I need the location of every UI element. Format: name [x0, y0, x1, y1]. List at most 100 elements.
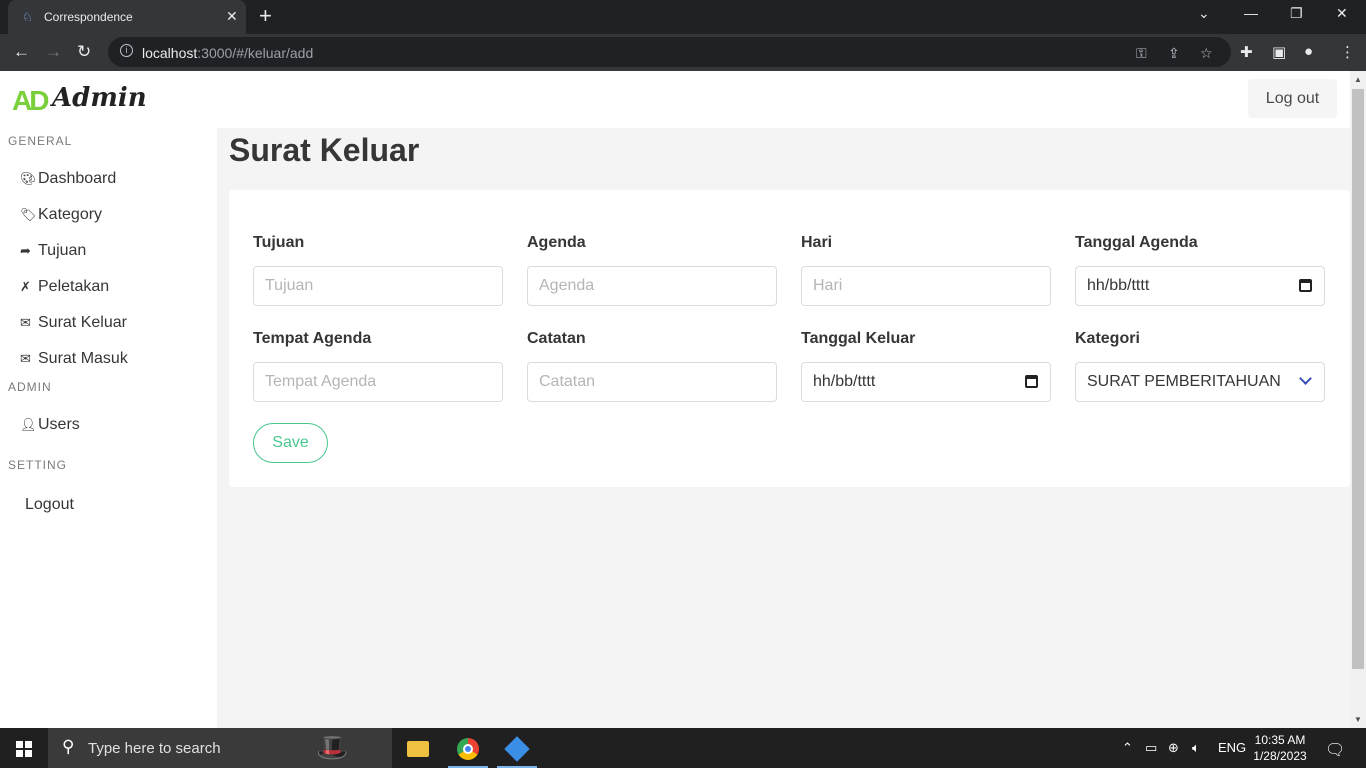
address-bar[interactable]: i localhost:3000/#/keluar/add ⚿ ⇪ ☆: [108, 37, 1231, 67]
page-title: Surat Keluar: [229, 132, 420, 168]
hari-input[interactable]: Hari: [801, 266, 1051, 306]
sidebar-item-surat-masuk[interactable]: ✉ Surat Masuk: [20, 348, 128, 370]
logout-button[interactable]: Log out: [1248, 79, 1337, 118]
catatan-input[interactable]: Catatan: [527, 362, 777, 402]
tab-title: Correspondence: [44, 10, 133, 24]
site-info-icon[interactable]: i: [120, 44, 133, 57]
calendar-icon[interactable]: [1299, 279, 1312, 292]
profile-icon[interactable]: ●: [1304, 43, 1313, 60]
extensions-icon[interactable]: ✚: [1240, 43, 1253, 61]
taskbar-clock[interactable]: 10:35 AM 1/28/2023: [1248, 732, 1312, 764]
sidebar-item-users[interactable]: 👤︎Users: [20, 414, 80, 436]
forward-icon[interactable]: →: [45, 41, 62, 63]
share-icon: ➦: [20, 243, 31, 258]
kategori-value: SURAT PEMBERITAHUAN: [1087, 373, 1281, 390]
tanggal-keluar-label: Tanggal Keluar: [801, 330, 916, 347]
git-app-icon[interactable]: [494, 728, 540, 768]
sidebar-item-dashboard[interactable]: 🎨︎Dashboard: [20, 168, 116, 190]
sidebar-item-tujuan[interactable]: ➦ Tujuan: [20, 240, 86, 262]
calendar-icon[interactable]: [1025, 375, 1038, 388]
sidebar-item-logout[interactable]: Logout: [25, 494, 74, 516]
sidebar: GENERAL 🎨︎Dashboard 🏷︎Kategory ➦ Tujuan ✗…: [0, 128, 217, 728]
windows-start-icon[interactable]: [16, 741, 32, 757]
clock-date: 1/28/2023: [1253, 749, 1307, 763]
sidebar-item-kategory[interactable]: 🏷︎Kategory: [20, 204, 102, 226]
bookmark-star-icon[interactable]: ☆: [1200, 45, 1213, 62]
share-icon[interactable]: ⇪: [1168, 45, 1180, 62]
menu-label-admin: ADMIN: [8, 380, 52, 394]
field-tanggal-keluar: Tanggal Keluar hh/bb/tttt: [801, 330, 1051, 402]
notification-icon[interactable]: 🗨︎: [1325, 740, 1345, 760]
minimize-icon[interactable]: —: [1244, 5, 1258, 21]
url-text: localhost:3000/#/keluar/add: [142, 45, 314, 61]
agenda-label: Agenda: [527, 234, 586, 251]
main-content: Surat Keluar Tujuan Tujuan Agenda Agenda…: [217, 128, 1350, 728]
chrome-icon[interactable]: [445, 728, 491, 768]
menu-kebab-icon[interactable]: ⋮: [1340, 43, 1355, 61]
menu-label-setting: SETTING: [8, 458, 68, 472]
chevron-down-icon: [1299, 372, 1312, 385]
field-agenda: Agenda Agenda: [527, 234, 777, 306]
tanggal-agenda-input[interactable]: hh/bb/tttt: [1075, 266, 1325, 306]
search-icon: ⚲: [62, 737, 75, 756]
field-hari: Hari Hari: [801, 234, 1051, 306]
file-explorer-icon[interactable]: [395, 728, 441, 768]
agenda-input[interactable]: Agenda: [527, 266, 777, 306]
sidebar-item-peletakan[interactable]: ✗ Peletakan: [20, 276, 109, 298]
field-kategori: Kategori SURAT PEMBERITAHUAN: [1075, 330, 1325, 402]
search-highlight-icon: 🎩: [316, 732, 349, 762]
restore-icon[interactable]: ❐: [1290, 5, 1303, 22]
scroll-up-icon[interactable]: ▲: [1354, 75, 1362, 84]
browser-toolbar: ← → ↻ i localhost:3000/#/keluar/add ⚿ ⇪ …: [0, 34, 1366, 71]
tujuan-input[interactable]: Tujuan: [253, 266, 503, 306]
key-icon[interactable]: ⚿: [1136, 45, 1147, 62]
reload-icon[interactable]: ↻: [77, 41, 91, 63]
tag-icon: 🏷︎: [20, 207, 37, 222]
language-indicator[interactable]: ENG: [1218, 740, 1246, 755]
scrollbar-thumb[interactable]: [1352, 89, 1364, 669]
browser-tab-bar: ♘ Correspondence ✕ + ⌄ — ❐ ✕: [0, 0, 1366, 34]
battery-icon[interactable]: ▭: [1145, 740, 1157, 756]
logo-mark: AD: [12, 85, 49, 116]
back-icon[interactable]: ←: [13, 41, 30, 63]
kategori-label: Kategori: [1075, 330, 1140, 347]
taskbar-search-placeholder: Type here to search: [88, 740, 221, 757]
tab-close-icon[interactable]: ✕: [226, 8, 238, 25]
tanggal-agenda-label: Tanggal Agenda: [1075, 234, 1198, 251]
tujuan-label: Tujuan: [253, 234, 305, 251]
clock-time: 10:35 AM: [1254, 733, 1306, 747]
new-tab-icon[interactable]: +: [259, 4, 272, 28]
page-scrollbar[interactable]: ▲ ▼: [1350, 71, 1366, 728]
taskbar-search[interactable]: ⚲ Type here to search 🎩: [48, 728, 392, 768]
network-globe-icon[interactable]: ⊕: [1168, 740, 1179, 756]
envelope-icon: ✉: [20, 315, 31, 330]
field-tujuan: Tujuan Tujuan: [253, 234, 503, 306]
volume-icon[interactable]: 🔈︎: [1192, 740, 1200, 756]
tray-chevron-up-icon[interactable]: ⌃: [1122, 740, 1133, 756]
form-card: Tujuan Tujuan Agenda Agenda Hari Hari Ta…: [229, 190, 1350, 487]
user-icon: 👤︎: [20, 417, 37, 432]
hari-label: Hari: [801, 234, 833, 251]
side-panel-icon[interactable]: ▣: [1272, 43, 1286, 61]
tempat-agenda-label: Tempat Agenda: [253, 330, 372, 347]
scroll-down-icon[interactable]: ▼: [1354, 715, 1362, 724]
tempat-agenda-input[interactable]: Tempat Agenda: [253, 362, 503, 402]
tanggal-keluar-value: hh/bb/tttt: [813, 373, 876, 390]
os-taskbar: ⚲ Type here to search 🎩 ⌃ ▭ ⊕ 🔈︎ ENG 10:…: [0, 728, 1366, 768]
catatan-label: Catatan: [527, 330, 586, 347]
browser-tab[interactable]: ♘ Correspondence ✕: [8, 0, 246, 34]
menu-label-general: GENERAL: [8, 134, 73, 148]
palette-icon: 🎨︎: [20, 171, 37, 186]
field-tempat-agenda: Tempat Agenda Tempat Agenda: [253, 330, 503, 402]
xing-icon: ✗: [20, 279, 31, 294]
sidebar-item-surat-keluar[interactable]: ✉ Surat Keluar: [20, 312, 127, 334]
tab-search-icon[interactable]: ⌄: [1198, 5, 1210, 22]
window-close-icon[interactable]: ✕: [1336, 5, 1348, 22]
save-button[interactable]: Save: [253, 423, 328, 463]
tanggal-agenda-value: hh/bb/tttt: [1087, 277, 1150, 294]
top-navbar: AD Admin Log out: [0, 71, 1350, 128]
tanggal-keluar-input[interactable]: hh/bb/tttt: [801, 362, 1051, 402]
tab-favicon-icon: ♘: [22, 10, 33, 24]
kategori-select[interactable]: SURAT PEMBERITAHUAN: [1075, 362, 1325, 402]
logo-text: Admin: [52, 83, 147, 113]
